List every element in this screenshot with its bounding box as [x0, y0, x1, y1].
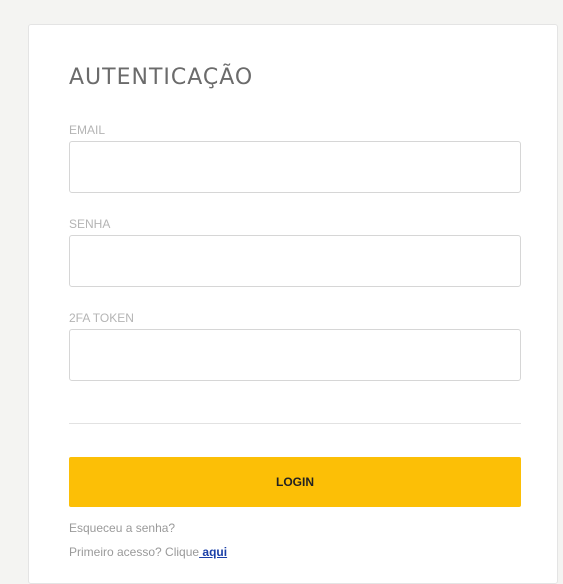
first-access-text: Primeiro acesso? Clique aqui	[69, 545, 227, 559]
page-title: AUTENTICAÇÃO	[69, 65, 254, 90]
divider	[69, 423, 521, 424]
forgot-password-link[interactable]: Esqueceu a senha?	[69, 521, 175, 535]
token-label: 2FA TOKEN	[69, 311, 134, 325]
email-field[interactable]	[69, 141, 521, 193]
token-field[interactable]	[69, 329, 521, 381]
email-label: EMAIL	[69, 123, 106, 137]
first-access-prefix: Primeiro acesso? Clique	[69, 545, 200, 559]
login-button[interactable]: LOGIN	[69, 457, 521, 507]
password-field[interactable]	[69, 235, 521, 287]
password-label: SENHA	[69, 217, 111, 231]
first-access-link[interactable]: aqui	[199, 545, 227, 559]
login-card: AUTENTICAÇÃO EMAIL SENHA 2FA TOKEN LOGIN…	[28, 24, 558, 584]
